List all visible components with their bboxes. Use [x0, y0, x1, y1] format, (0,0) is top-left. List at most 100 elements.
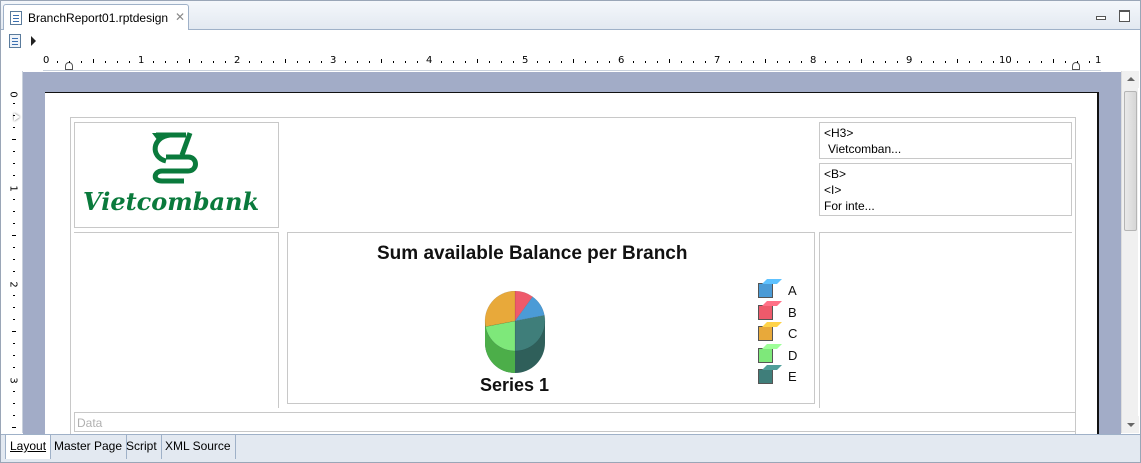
maximize-icon[interactable]: [1118, 9, 1130, 22]
ruler-tick: [13, 403, 15, 404]
ruler-tick: [69, 61, 70, 63]
ruler-tick: [849, 61, 850, 63]
grid-cell-empty-left[interactable]: [74, 232, 279, 408]
ruler-tick: [57, 61, 58, 63]
ruler-tick: [12, 331, 16, 332]
ruler-tick: [177, 61, 178, 63]
ruler-tick: [957, 59, 958, 63]
legend-label: B: [788, 304, 797, 320]
ruler-tick: [13, 259, 15, 260]
right-margin-marker-icon[interactable]: [1072, 62, 1080, 70]
ruler-tick: [669, 59, 670, 63]
ruler-tick: [105, 61, 106, 63]
ruler-number: 4: [426, 55, 433, 66]
ruler-tick: [117, 61, 118, 63]
ruler-tick: [837, 61, 838, 63]
ruler-number: 1: [7, 185, 19, 192]
layout-canvas: Vietcombank <H3> Vietcomban... <B> <I> F…: [23, 72, 1121, 442]
left-margin-marker-icon[interactable]: [65, 62, 73, 70]
ruler-tick: [321, 61, 322, 63]
ruler-tick: [189, 59, 190, 63]
ruler-tick: [13, 271, 15, 272]
ruler-tick: [12, 427, 16, 428]
ruler-tick: [549, 61, 550, 63]
tab-xml-source-label: XML Source: [165, 439, 231, 453]
ruler-tick: [129, 61, 130, 63]
text-item-h3[interactable]: <H3> Vietcomban...: [819, 122, 1072, 159]
ruler-tick: [633, 61, 634, 63]
ruler-tick: [309, 61, 310, 63]
ruler-tick: [825, 61, 826, 63]
ruler-tick: [969, 61, 970, 63]
editor-tab-bar: BranchReport01.rptdesign ✕: [1, 1, 1140, 31]
tab-master-page[interactable]: Master Page: [50, 435, 128, 459]
vertical-ruler[interactable]: 0 1 2 3: [5, 71, 23, 433]
text-item-bold-italic[interactable]: <B> <I> For inte...: [819, 163, 1072, 216]
scroll-down-arrow-icon[interactable]: [1122, 416, 1139, 433]
ruler-tick: [393, 61, 394, 63]
report-page[interactable]: Vietcombank <H3> Vietcomban... <B> <I> F…: [45, 92, 1099, 442]
grid-cell-logo[interactable]: Vietcombank: [74, 122, 279, 228]
ruler-tick: [561, 61, 562, 63]
ruler-tick: [681, 61, 682, 63]
ruler-tick: [93, 59, 94, 63]
ruler-tick: [381, 59, 382, 63]
ruler-number: 0: [43, 55, 50, 66]
editor-bottom-tabs: Layout Master Page Script XML Source: [1, 434, 1140, 462]
ruler-number: 8: [810, 55, 817, 66]
grid-cell-empty-top[interactable]: [283, 122, 815, 228]
ruler-tick: [1041, 61, 1042, 63]
ruler-number: 0: [7, 91, 19, 98]
tab-xml-source[interactable]: XML Source: [161, 435, 236, 459]
ruler-tick: [285, 59, 286, 63]
report-outline-icon[interactable]: [9, 34, 21, 48]
report-editor-window: BranchReport01.rptdesign ✕ 0 1 2 3 4 5 6…: [0, 0, 1141, 463]
chart-title: Sum available Balance per Branch: [377, 243, 688, 264]
editor-tab-branchreport[interactable]: BranchReport01.rptdesign ✕: [3, 4, 189, 31]
h3-text: Vietcomban...: [828, 142, 902, 156]
legend-swatch-icon: [758, 347, 773, 363]
ruler-tick: [165, 61, 166, 63]
horizontal-ruler[interactable]: 0 1 2 3 4 5 6 7 8 9 10 1: [43, 53, 1101, 71]
ruler-number: 2: [234, 55, 241, 66]
editor-toolbar: [1, 30, 1140, 52]
ruler-tick: [945, 61, 946, 63]
data-placeholder-text: Data: [77, 416, 103, 430]
ruler-tick: [1017, 61, 1018, 63]
tab-layout[interactable]: Layout: [5, 435, 52, 459]
legend-item: C: [758, 324, 808, 344]
ruler-tick: [13, 127, 15, 128]
chart-item[interactable]: Sum available Balance per Branch Series …: [287, 232, 815, 404]
ruler-tick: [417, 61, 418, 63]
ruler-tick: [81, 61, 82, 63]
ruler-tick: [13, 163, 15, 164]
legend-item: E: [758, 367, 808, 387]
ruler-tick: [513, 61, 514, 63]
ruler-tick: [13, 295, 15, 296]
ruler-tick: [1029, 61, 1030, 63]
ruler-tick: [13, 319, 15, 320]
ruler-tick: [501, 61, 502, 63]
grid-cell-empty-right[interactable]: [819, 232, 1072, 408]
minimize-icon[interactable]: [1094, 9, 1106, 21]
vertical-scrollbar[interactable]: [1121, 71, 1139, 433]
ruler-tick: [13, 343, 15, 344]
ruler-tick: [465, 61, 466, 63]
ruler-tick: [225, 61, 226, 63]
ruler-tick: [297, 61, 298, 63]
scroll-up-arrow-icon[interactable]: [1122, 71, 1139, 88]
legend-item: A: [758, 281, 808, 301]
ruler-tick: [1053, 59, 1054, 63]
scrollbar-thumb[interactable]: [1124, 91, 1137, 231]
ruler-tick: [213, 61, 214, 63]
close-tab-icon[interactable]: ✕: [174, 11, 186, 23]
legend-swatch-icon: [758, 304, 773, 320]
legend-label: A: [788, 283, 797, 298]
ruler-tick: [273, 61, 274, 63]
bold-tag-label: <B>: [824, 167, 847, 181]
data-item[interactable]: Data: [74, 412, 1076, 432]
tab-script[interactable]: Script: [122, 435, 162, 459]
expand-arrow-icon[interactable]: [31, 36, 36, 46]
series-label: Series 1: [480, 375, 550, 395]
ruler-tick: [801, 61, 802, 63]
